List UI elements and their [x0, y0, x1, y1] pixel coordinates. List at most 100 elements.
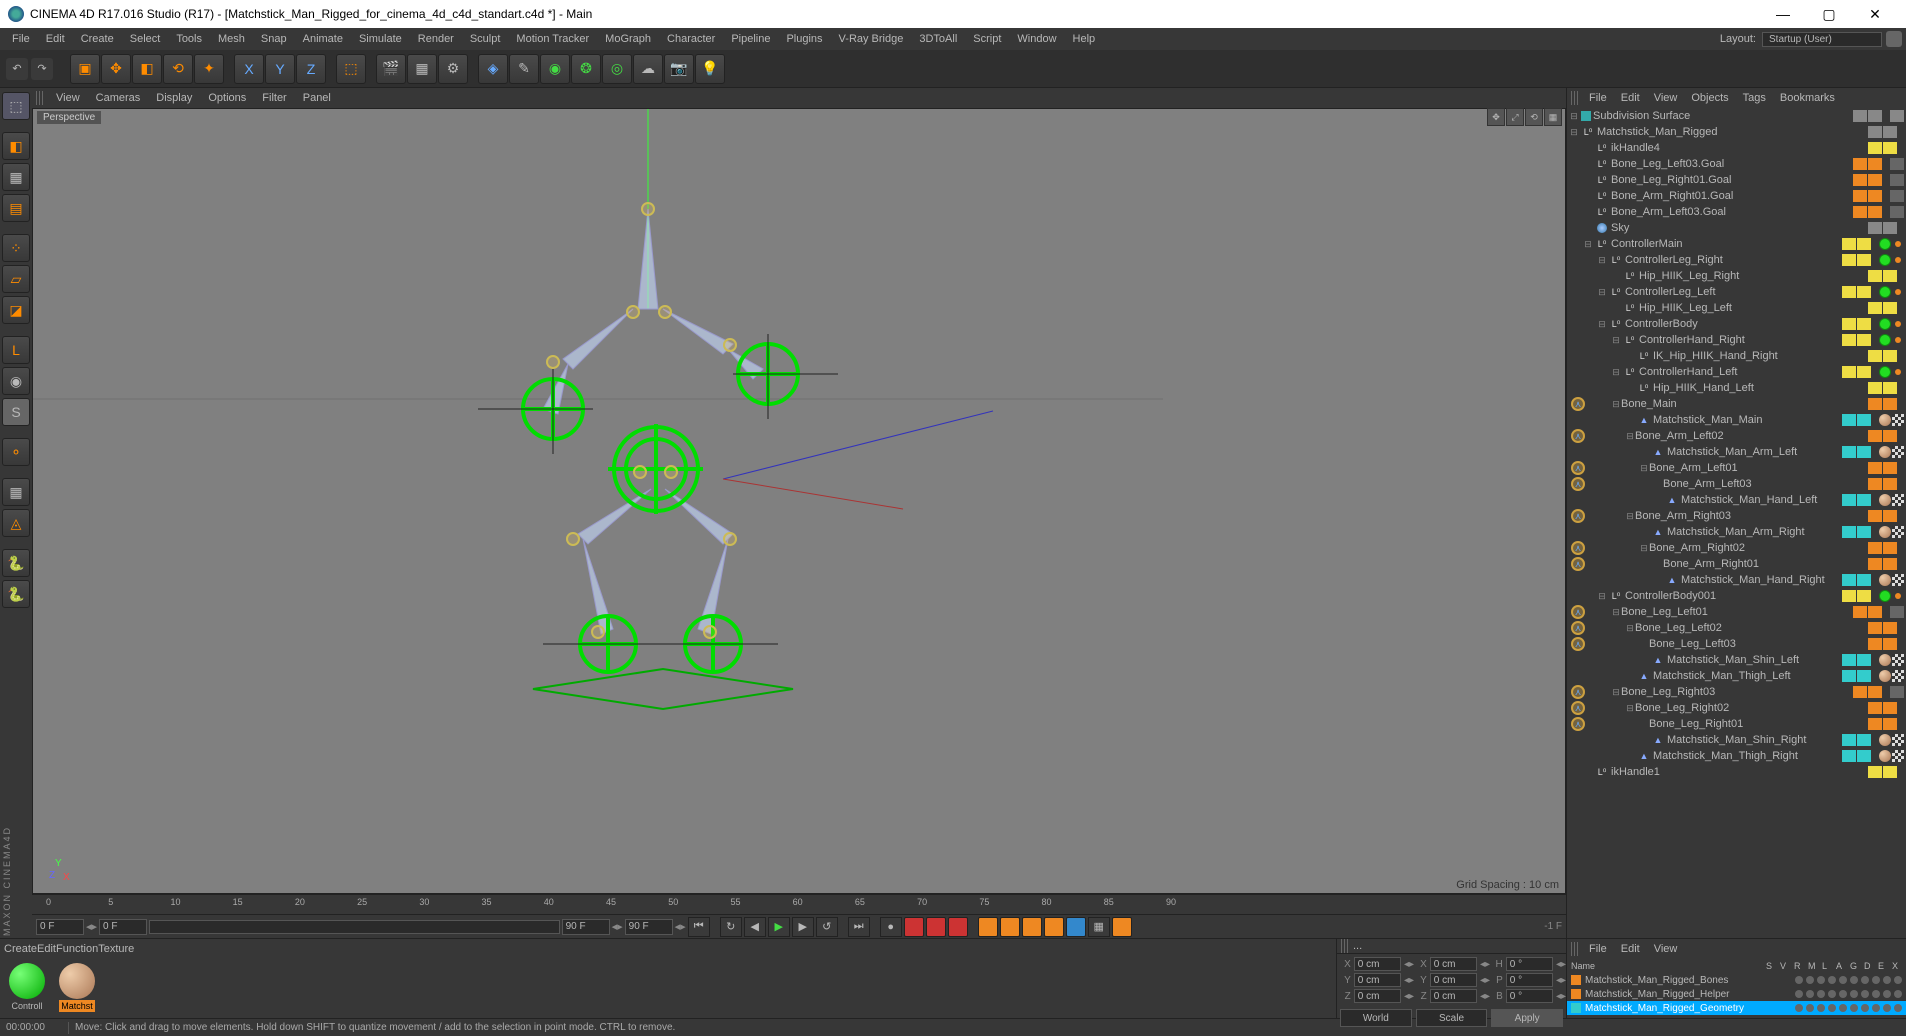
add-camera-button[interactable]: 📷	[664, 54, 694, 84]
key-p-button[interactable]	[978, 917, 998, 937]
key-pos-button[interactable]	[926, 917, 946, 937]
layers-menu-edit[interactable]: Edit	[1615, 941, 1646, 957]
menu-select[interactable]: Select	[122, 30, 169, 48]
tree-row[interactable]: ⊟⋏Bone_Leg_Right02	[1567, 700, 1906, 716]
tree-row[interactable]: L⁰IK_Hip_HIIK_Hand_Right	[1567, 348, 1906, 364]
menu-window[interactable]: Window	[1009, 30, 1064, 48]
menu-tools[interactable]: Tools	[168, 30, 210, 48]
goto-start-button[interactable]: ⏮	[688, 917, 710, 937]
script-button-2[interactable]: 🐍	[2, 580, 30, 608]
tree-row[interactable]: ⊟⋏Bone_Arm_Left01	[1567, 460, 1906, 476]
model-mode-button[interactable]: ◧	[2, 132, 30, 160]
tree-row[interactable]: ⊟⋏Bone_Leg_Left01	[1567, 604, 1906, 620]
om-menu-edit[interactable]: Edit	[1615, 90, 1646, 106]
axis-mode-button[interactable]: L	[2, 336, 30, 364]
tree-row[interactable]: L⁰ikHandle1	[1567, 764, 1906, 780]
tree-row[interactable]: L⁰Hip_HIIK_Hand_Left	[1567, 380, 1906, 396]
goto-end-button[interactable]: ⏭	[848, 917, 870, 937]
vp-menu-display[interactable]: Display	[148, 90, 200, 106]
viewport[interactable]: Perspective	[32, 108, 1566, 894]
vp-menu-panel[interactable]: Panel	[295, 90, 339, 106]
tree-row[interactable]: L⁰Hip_HIIK_Leg_Right	[1567, 268, 1906, 284]
timeline-ruler[interactable]: 051015202530354045505560657075808590	[32, 894, 1566, 914]
locked-workplane-button[interactable]: ▦	[2, 478, 30, 506]
mat-menu-edit[interactable]: Edit	[37, 943, 56, 955]
next-frame-button[interactable]: ▶	[792, 917, 814, 937]
menu-file[interactable]: File	[4, 30, 38, 48]
timeline-end2-field[interactable]: 90 F	[625, 919, 673, 935]
vp-orbit-icon[interactable]: ⟲	[1525, 108, 1543, 126]
key-rot-button[interactable]	[948, 917, 968, 937]
timeline-end-field[interactable]: 90 F	[562, 919, 610, 935]
tree-row[interactable]: ⊟⋏Bone_Arm_Left02	[1567, 428, 1906, 444]
om-menu-bookmarks[interactable]: Bookmarks	[1774, 90, 1841, 106]
coord-z-field[interactable]: 0 cm	[1354, 989, 1401, 1003]
menu-render[interactable]: Render	[410, 30, 462, 48]
menu-sculpt[interactable]: Sculpt	[462, 30, 509, 48]
tree-row[interactable]: L⁰Bone_Leg_Left03.Goal	[1567, 156, 1906, 172]
rot-b-field[interactable]: 0 °	[1506, 989, 1553, 1003]
tree-row[interactable]: L⁰ikHandle4	[1567, 140, 1906, 156]
layer-row[interactable]: Matchstick_Man_Rigged_Geometry	[1567, 1001, 1906, 1015]
coord-y-field[interactable]: 0 cm	[1354, 973, 1401, 987]
apply-button[interactable]: Apply	[1491, 1009, 1563, 1027]
layer-row[interactable]: Matchstick_Man_Rigged_Helper	[1567, 987, 1906, 1001]
layers-menu-view[interactable]: View	[1648, 941, 1684, 957]
key-r-button[interactable]	[1022, 917, 1042, 937]
key-grid-button[interactable]: ▦	[1088, 917, 1110, 937]
om-menu-objects[interactable]: Objects	[1685, 90, 1734, 106]
layout-dropdown[interactable]: Startup (User)	[1762, 32, 1882, 47]
tree-row[interactable]: ⊟L⁰ControllerBody	[1567, 316, 1906, 332]
mat-menu-texture[interactable]: Texture	[98, 943, 134, 955]
texture-mode-button[interactable]: ▦	[2, 163, 30, 191]
tree-row[interactable]: ⊟⋏Bone_Arm_Right03	[1567, 508, 1906, 524]
vp-zoom-icon[interactable]: ⤢	[1506, 108, 1524, 126]
add-cube-button[interactable]: ◈	[478, 54, 508, 84]
key-s-button[interactable]	[1000, 917, 1020, 937]
axis-y-button[interactable]: Y	[265, 54, 295, 84]
snap-button[interactable]: S	[2, 398, 30, 426]
tree-row[interactable]: L⁰Bone_Leg_Right01.Goal	[1567, 172, 1906, 188]
viewport-solo-button[interactable]: ◉	[2, 367, 30, 395]
menu-3dtoall[interactable]: 3DToAll	[911, 30, 965, 48]
layer-row[interactable]: Matchstick_Man_Rigged_Bones	[1567, 973, 1906, 987]
tree-row[interactable]: ▲Matchstick_Man_Thigh_Right	[1567, 748, 1906, 764]
vp-menu-options[interactable]: Options	[200, 90, 254, 106]
size-z-field[interactable]: 0 cm	[1430, 989, 1477, 1003]
object-tree[interactable]: ⊟Subdivision Surface⊟L⁰Matchstick_Man_Ri…	[1567, 108, 1906, 938]
tree-row[interactable]: L⁰Bone_Arm_Left03.Goal	[1567, 204, 1906, 220]
move-tool[interactable]: ✥	[101, 54, 131, 84]
menu-motion-tracker[interactable]: Motion Tracker	[508, 30, 597, 48]
menu-character[interactable]: Character	[659, 30, 723, 48]
tree-row[interactable]: ▲Matchstick_Man_Shin_Right	[1567, 732, 1906, 748]
layers-menu-file[interactable]: File	[1583, 941, 1613, 957]
tree-row[interactable]: ⋏Bone_Leg_Left03	[1567, 636, 1906, 652]
render-settings-button[interactable]: ⚙	[438, 54, 468, 84]
menu-simulate[interactable]: Simulate	[351, 30, 410, 48]
render-view-button[interactable]: 🎬	[376, 54, 406, 84]
tree-row[interactable]: ⊟Subdivision Surface	[1567, 108, 1906, 124]
menu-plugins[interactable]: Plugins	[778, 30, 830, 48]
rot-p-field[interactable]: 0 °	[1506, 973, 1553, 987]
size-x-field[interactable]: 0 cm	[1430, 957, 1477, 971]
coord-x-field[interactable]: 0 cm	[1354, 957, 1401, 971]
tree-row[interactable]: ⊟⋏Bone_Leg_Left02	[1567, 620, 1906, 636]
menu-mograph[interactable]: MoGraph	[597, 30, 659, 48]
tree-row[interactable]: ▲Matchstick_Man_Main	[1567, 412, 1906, 428]
menu-v-ray-bridge[interactable]: V-Ray Bridge	[831, 30, 912, 48]
menu-pipeline[interactable]: Pipeline	[723, 30, 778, 48]
timeline-start2-field[interactable]: 0 F	[99, 919, 147, 935]
render-region-button[interactable]: ▦	[407, 54, 437, 84]
add-environment-button[interactable]: ☁	[633, 54, 663, 84]
om-menu-file[interactable]: File	[1583, 90, 1613, 106]
mat-menu-create[interactable]: Create	[4, 943, 37, 955]
menu-create[interactable]: Create	[73, 30, 122, 48]
menu-script[interactable]: Script	[965, 30, 1009, 48]
tree-row[interactable]: ▲Matchstick_Man_Thigh_Left	[1567, 668, 1906, 684]
loop-fwd-button[interactable]: ↺	[816, 917, 838, 937]
last-tool[interactable]: ✦	[194, 54, 224, 84]
redo-button[interactable]: ↷	[31, 58, 53, 80]
rotate-tool[interactable]: ⟲	[163, 54, 193, 84]
vp-menu-filter[interactable]: Filter	[254, 90, 294, 106]
prev-frame-button[interactable]: ◀	[744, 917, 766, 937]
